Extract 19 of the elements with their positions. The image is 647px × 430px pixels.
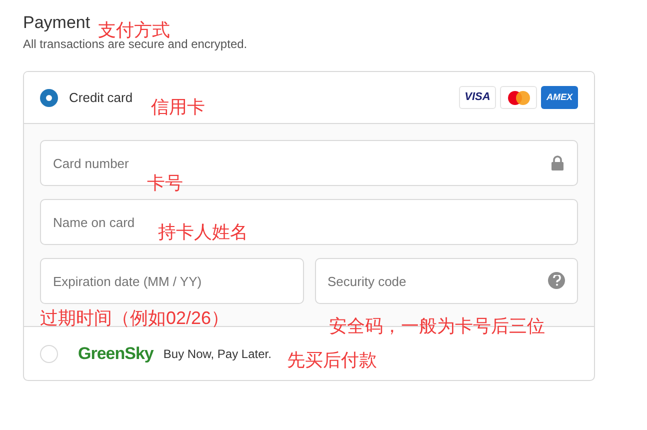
annotation-text: 持卡人姓名 xyxy=(158,221,248,244)
visa-logo: VISA xyxy=(459,86,496,109)
annotation-text: 过期时间（例如02/26） xyxy=(40,307,230,330)
lock-icon xyxy=(551,155,564,171)
mastercard-logo xyxy=(500,86,537,109)
input-field[interactable]: Expiration date (MM / YY) xyxy=(40,258,304,304)
option-label: Credit card xyxy=(69,88,133,107)
section-subtitle: All transactions are secure and encrypted. xyxy=(23,37,248,53)
greensky-logo: GreenSky xyxy=(78,342,154,365)
section-heading: Payment xyxy=(23,12,90,34)
radio-button[interactable] xyxy=(40,344,58,362)
annotation-text: 先买后付款 xyxy=(287,349,377,372)
annotation-text: 安全码，一般为卡号后三位 xyxy=(329,315,545,338)
annotation-text: 支付方式 xyxy=(98,19,170,40)
annotation-text: 信用卡 xyxy=(151,96,205,119)
option-label: Buy Now, Pay Later. xyxy=(163,346,272,362)
radio-button[interactable] xyxy=(40,88,58,106)
input-field[interactable]: Security code xyxy=(314,258,578,304)
amex-logo: AMEX xyxy=(541,86,578,109)
